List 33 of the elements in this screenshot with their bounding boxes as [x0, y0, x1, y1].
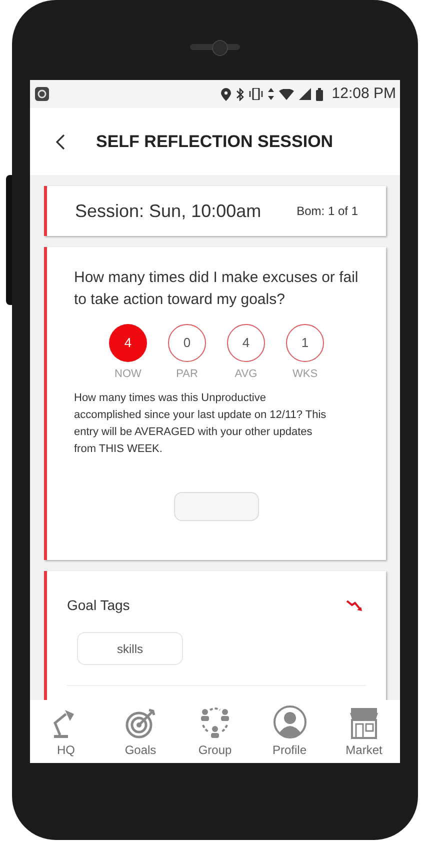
signal-icon	[298, 88, 311, 100]
group-icon	[198, 707, 232, 739]
metric-label: WKS	[292, 367, 318, 382]
metric-label: PAR	[176, 367, 198, 382]
nav-tab[interactable]: Profile	[258, 700, 322, 763]
vibrate-icon	[248, 88, 263, 100]
answer-field[interactable]	[174, 492, 259, 520]
profile-icon	[272, 705, 306, 739]
storefront-icon	[348, 707, 380, 739]
battery-icon	[316, 88, 323, 100]
nav-tab[interactable]: HQ	[34, 700, 98, 763]
tag-chip[interactable]: skills	[77, 632, 183, 665]
data-arrows-icon	[268, 88, 274, 100]
clock-time: 12:08 PM	[332, 84, 396, 104]
trend-down-icon	[346, 600, 364, 612]
session-title: Session: Sun, 10:00am	[75, 200, 262, 222]
bluetooth-icon	[236, 88, 244, 100]
camera-lens	[212, 40, 228, 56]
nav-tab[interactable]: Market	[332, 700, 396, 763]
nav-tab[interactable]: Group	[183, 700, 247, 763]
section-title: Goal Tags	[67, 596, 130, 615]
session-counter: Bom: 1 of 1	[296, 203, 358, 220]
notification-icon	[34, 86, 50, 102]
back-icon	[55, 134, 65, 150]
location-icon	[220, 88, 231, 100]
metric-label: NOW	[114, 367, 142, 382]
nav-tab[interactable]: Goals	[108, 700, 172, 763]
wifi-icon	[278, 88, 294, 100]
description-text: How many times was this Unproductive accomplished since your last update on 12/11? This entry will be AVERAGED with your other updates from THIS WEEK.	[74, 390, 328, 456]
target-icon	[124, 707, 156, 739]
screen-title: SELF REFLECTION SESSION	[96, 130, 334, 153]
metric-label: AVG	[234, 367, 258, 382]
question-text: How many times did I make excuses or fail to take action toward my goals?	[74, 268, 359, 310]
